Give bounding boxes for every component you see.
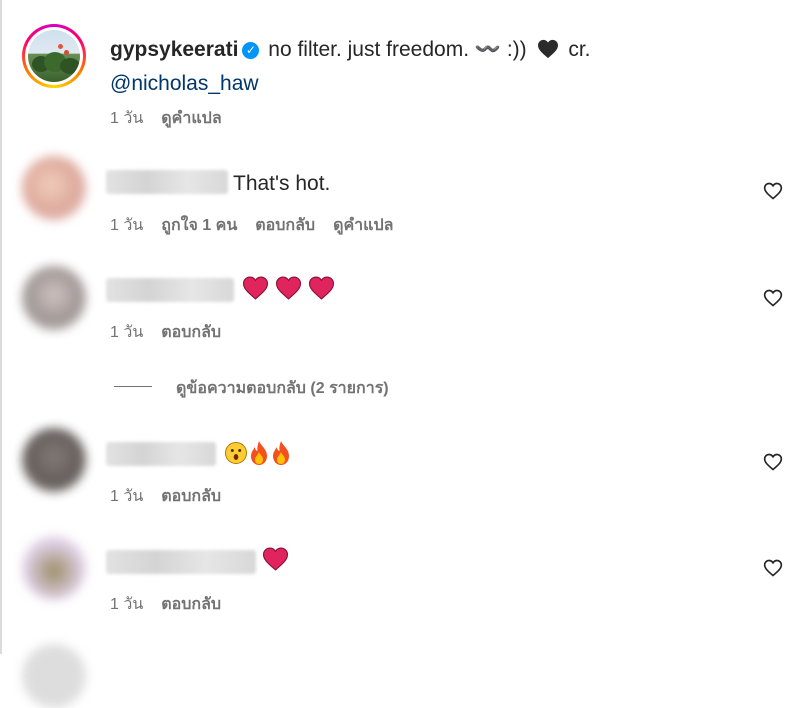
- fire-icon: [270, 440, 292, 474]
- commenter-avatar[interactable]: [22, 536, 86, 600]
- mention-link[interactable]: @nicholas_haw: [110, 72, 259, 95]
- comment-time[interactable]: 1 วัน: [110, 488, 143, 505]
- comment-time[interactable]: 1 วัน: [110, 217, 143, 234]
- verified-badge-icon: ✓: [242, 42, 260, 59]
- commenter-username-blurred[interactable]: [106, 170, 228, 194]
- comment-meta: 1 วัน ตอบกลับ: [110, 484, 239, 509]
- commenter-avatar[interactable]: [22, 266, 86, 330]
- commenter-username-blurred[interactable]: [106, 442, 216, 466]
- comment-meta: 1 วัน ถูกใจ 1 คน ตอบกลับ ดูคำแปล: [110, 213, 411, 238]
- post-caption: gypsykeerati ✓ no filter. just freedom. 〰…: [110, 34, 710, 99]
- translate-button[interactable]: ดูคำแปล: [161, 110, 221, 127]
- caption-text: no filter. just freedom. 〰️ :)): [268, 38, 533, 61]
- comment-meta: 1 วัน ตอบกลับ: [110, 592, 239, 617]
- comment-time[interactable]: 1 วัน: [110, 324, 143, 341]
- comment-text: That's hot.: [233, 172, 331, 195]
- reply-button[interactable]: ตอบกลับ: [255, 217, 315, 234]
- commenter-username-blurred[interactable]: [106, 550, 256, 574]
- heart-outline-icon[interactable]: [763, 181, 783, 201]
- heart-outline-icon[interactable]: [763, 288, 783, 308]
- reply-button[interactable]: ตอบกลับ: [161, 324, 221, 341]
- comment-emojis: [224, 440, 292, 474]
- fire-icon: [248, 440, 270, 474]
- post-time[interactable]: 1 วัน: [110, 110, 143, 127]
- caption-suffix: cr.: [562, 38, 591, 61]
- heart-outline-icon[interactable]: [763, 452, 783, 472]
- replies-divider: [114, 386, 152, 387]
- red-heart-icon: [275, 276, 302, 308]
- black-heart-icon: [537, 37, 559, 68]
- comment-meta: 1 วัน ตอบกลับ: [110, 320, 239, 345]
- reply-button[interactable]: ตอบกลับ: [161, 488, 221, 505]
- post-meta: 1 วัน ดูคำแปล: [110, 106, 240, 131]
- red-heart-icon: [308, 276, 335, 308]
- commenter-username-blurred[interactable]: [106, 278, 234, 302]
- commenter-avatar[interactable]: [22, 428, 86, 492]
- profile-photo-flowers-icon: [28, 30, 80, 82]
- likes-count[interactable]: ถูกใจ 1 คน: [161, 217, 237, 234]
- comment-time[interactable]: 1 วัน: [110, 596, 143, 613]
- red-heart-icon: [242, 276, 269, 308]
- reply-button[interactable]: ตอบกลับ: [161, 596, 221, 613]
- author-avatar[interactable]: [22, 24, 86, 88]
- astonished-face-icon: [224, 441, 248, 473]
- commenter-avatar[interactable]: [22, 156, 86, 220]
- translate-button[interactable]: ดูคำแปล: [333, 217, 393, 234]
- view-replies-button[interactable]: ดูข้อความตอบกลับ (2 รายการ): [176, 376, 389, 401]
- comment-emojis: [262, 547, 289, 579]
- comment-emojis: [242, 276, 335, 308]
- panel-border: [0, 0, 2, 654]
- heart-outline-icon[interactable]: [763, 558, 783, 578]
- author-username[interactable]: gypsykeerati: [110, 38, 238, 61]
- red-heart-icon: [262, 547, 289, 579]
